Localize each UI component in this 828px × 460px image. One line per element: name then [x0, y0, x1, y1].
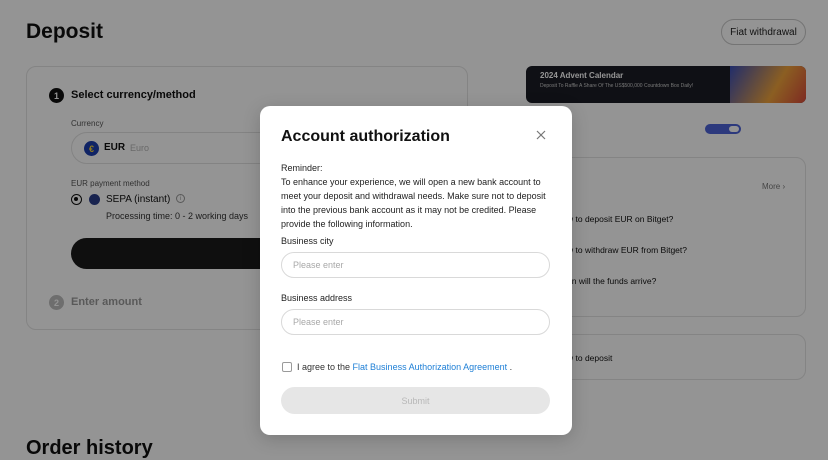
agreement-link[interactable]: Flat Business Authorization Agreement	[353, 362, 508, 372]
business-city-input[interactable]	[281, 252, 550, 278]
reminder-heading: Reminder:	[281, 163, 323, 173]
close-icon[interactable]	[534, 128, 548, 142]
agreement-text: I agree to the Flat Business Authorizati…	[297, 362, 513, 372]
business-address-label: Business address	[281, 293, 353, 303]
reminder-text: Reminder: To enhance your experience, we…	[281, 161, 553, 231]
business-address-input[interactable]	[281, 309, 550, 335]
modal-title: Account authorization	[281, 128, 450, 145]
agreement-checkbox[interactable]	[282, 362, 292, 372]
business-city-label: Business city	[281, 236, 334, 246]
account-authorization-modal: Account authorization Reminder: To enhan…	[260, 106, 572, 435]
submit-button[interactable]: Submit	[281, 387, 550, 414]
reminder-body: To enhance your experience, we will open…	[281, 177, 546, 229]
